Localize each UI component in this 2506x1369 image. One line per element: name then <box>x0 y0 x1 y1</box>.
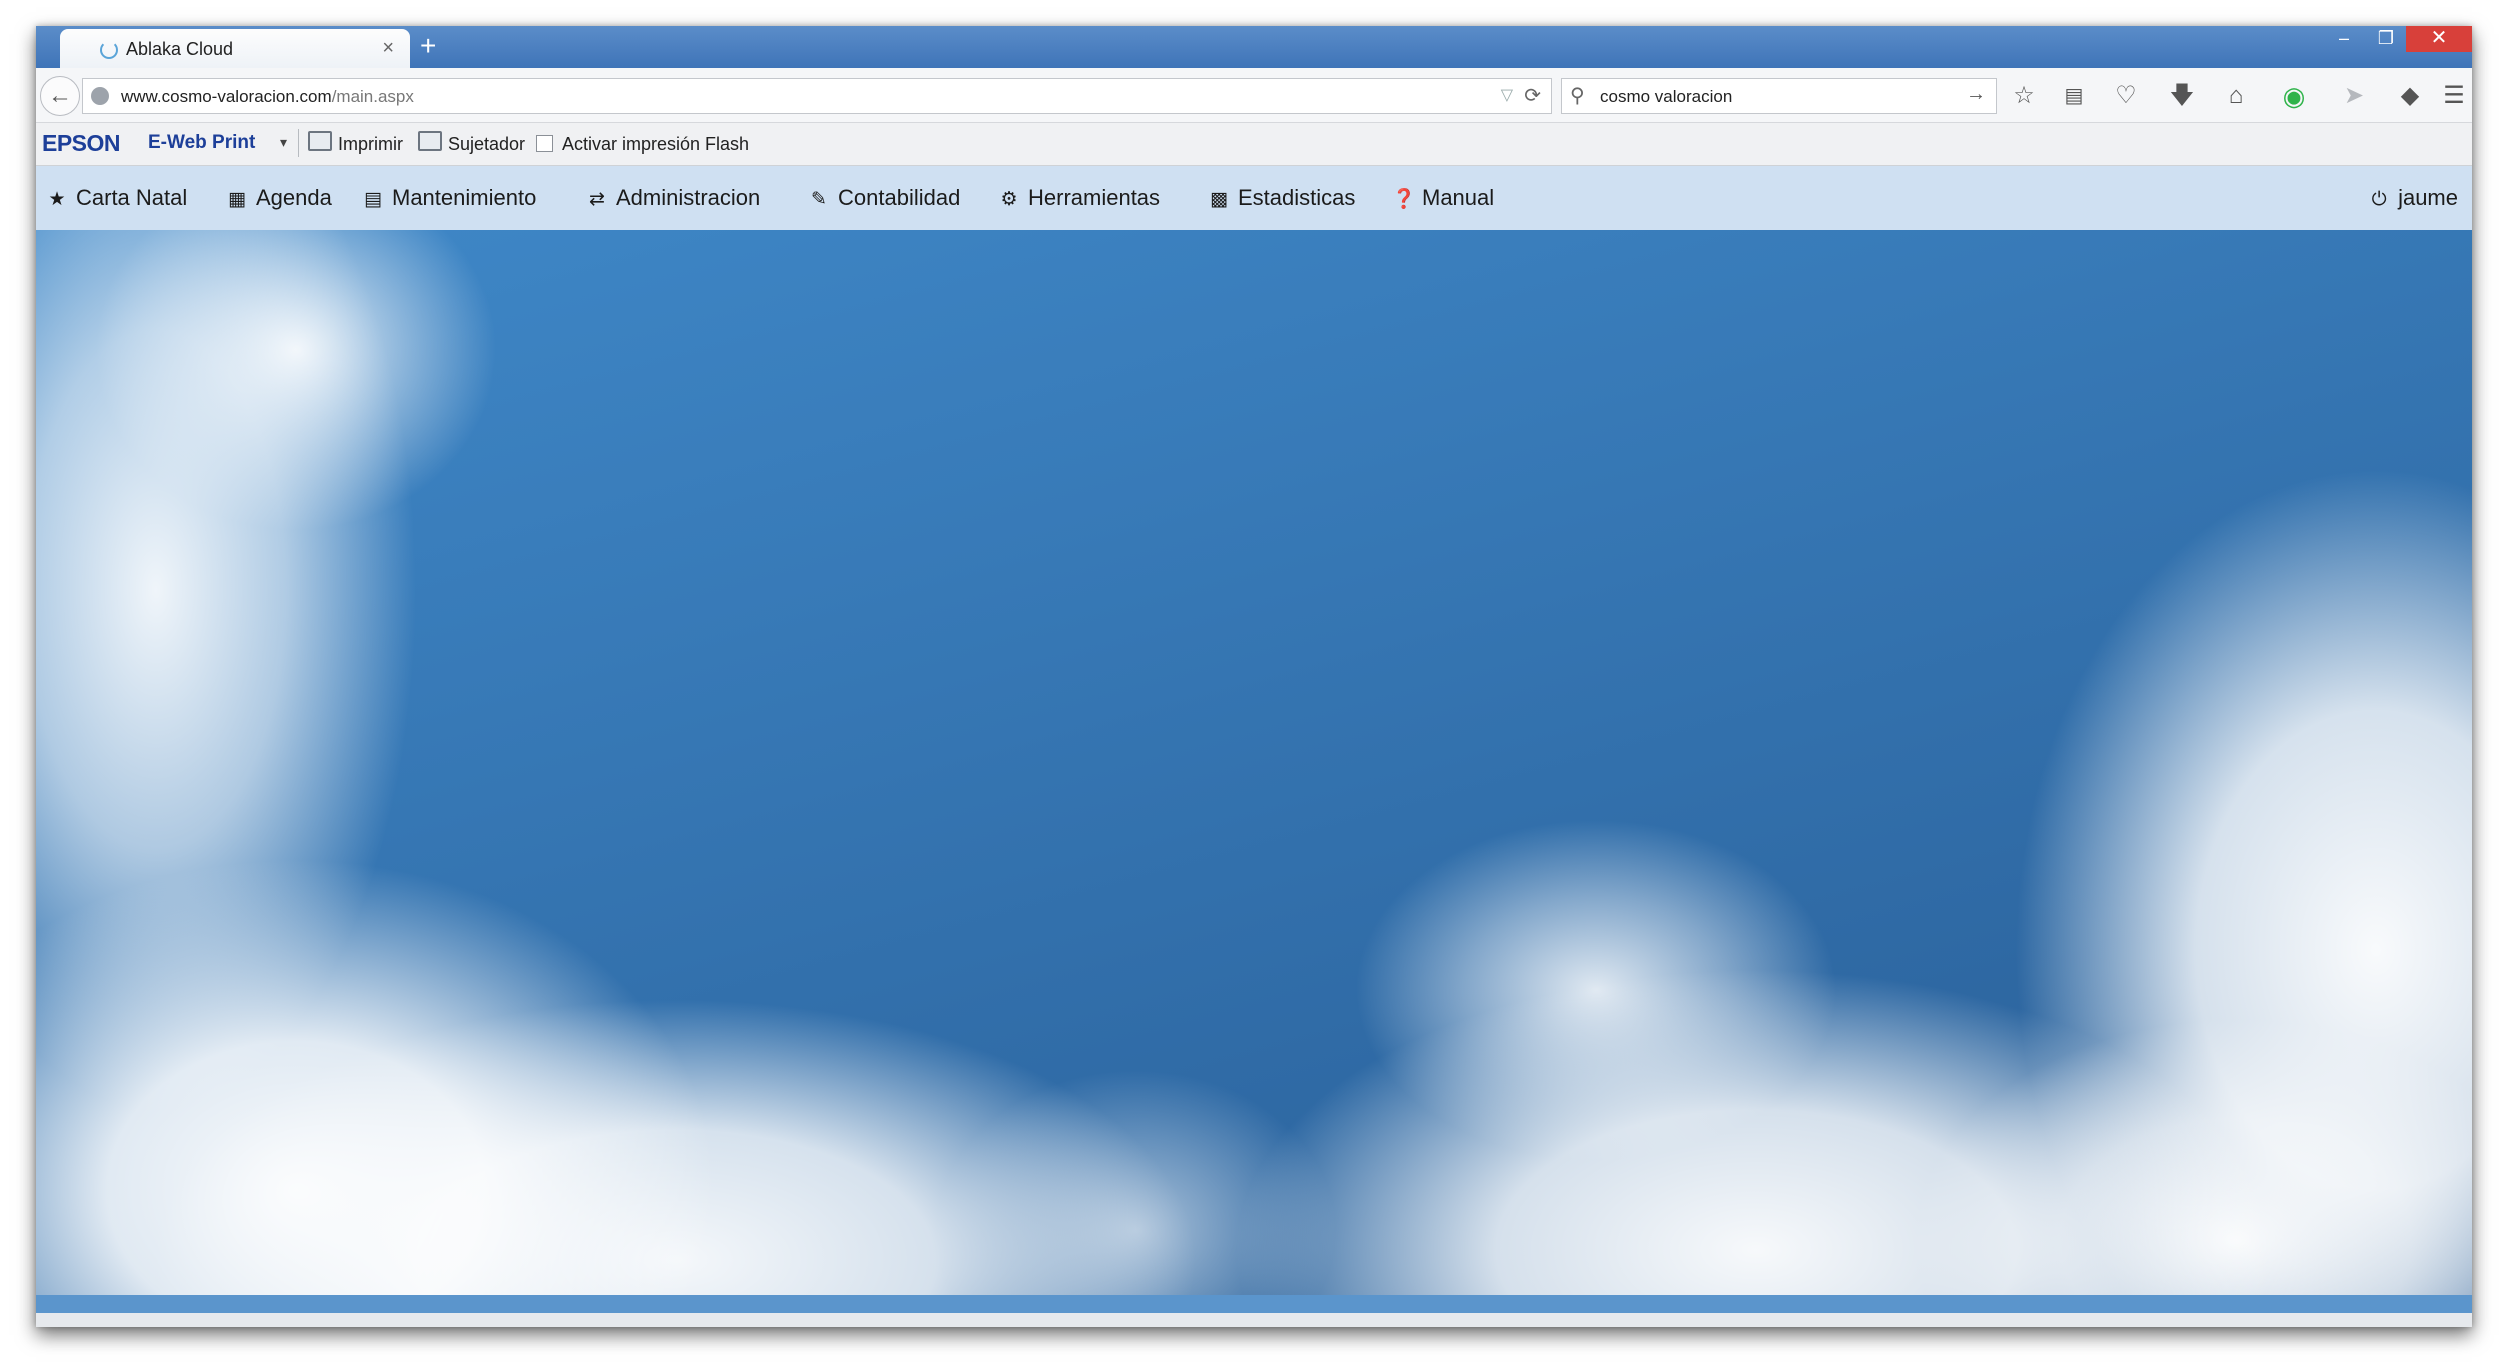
download-icon[interactable]: 🡇 <box>2164 78 2200 114</box>
menu-label: Manual <box>1422 185 1495 210</box>
clip-icon[interactable] <box>418 131 442 151</box>
history-dropdown-icon[interactable]: ▽ <box>1501 85 1513 105</box>
reload-icon[interactable]: ⟳ <box>1524 83 1541 108</box>
cogs-icon: ⚙ <box>1000 189 1018 210</box>
site-identity-icon[interactable] <box>91 87 109 105</box>
back-arrow-icon: ← <box>48 82 72 109</box>
tab-strip: Ablaka Cloud × + – ❐ ✕ <box>36 26 2472 68</box>
bookmark-star-icon[interactable]: ☆ <box>2006 78 2042 114</box>
kite-icon[interactable]: ◆ <box>2392 78 2428 114</box>
clip-button[interactable]: Sujetador <box>448 134 525 155</box>
search-go-icon[interactable]: → <box>1966 83 1986 106</box>
search-input[interactable]: cosmo valoracion <box>1600 87 1732 107</box>
user-name: jaume <box>2398 185 2458 210</box>
epson-toolbar: EPSON E-Web Print ▾ Imprimir Sujetador A… <box>36 123 2472 166</box>
menu-label: Mantenimiento <box>392 185 537 210</box>
close-tab-icon[interactable]: × <box>382 37 394 60</box>
calendar-icon: ▦ <box>228 189 246 210</box>
minimize-button[interactable]: – <box>2324 26 2364 52</box>
exchange-icon: ⇄ <box>589 189 605 210</box>
footer-bar <box>36 1295 2472 1313</box>
menu-administracion[interactable]: ⇄ Administracion <box>586 185 760 211</box>
window-bottom-edge <box>36 1313 2472 1327</box>
chevron-down-icon[interactable]: ▾ <box>280 134 287 151</box>
close-window-button[interactable]: ✕ <box>2406 26 2472 52</box>
home-icon[interactable]: ⌂ <box>2218 78 2254 114</box>
bar-chart-icon: ▩ <box>1210 189 1228 210</box>
menu-label: Agenda <box>256 185 332 210</box>
paperclip-icon: ✎ <box>811 189 827 210</box>
menu-label: Administracion <box>616 185 761 210</box>
browser-window: Ablaka Cloud × + – ❐ ✕ ← www.cosmo-valor… <box>36 26 2472 1327</box>
loading-icon <box>100 41 118 59</box>
back-button[interactable]: ← <box>40 76 80 116</box>
green-circle-addon-icon[interactable]: ◉ <box>2276 78 2312 114</box>
sky-background-image <box>36 230 2472 1295</box>
flash-print-checkbox[interactable] <box>536 135 553 152</box>
url-domain: www.cosmo-valoracion.com <box>121 87 332 106</box>
menu-estadisticas[interactable]: ▩ Estadisticas <box>1208 185 1355 211</box>
menu-agenda[interactable]: ▦ Agenda <box>226 185 332 211</box>
save-icon: ▤ <box>364 189 382 210</box>
address-bar[interactable]: www.cosmo-valoracion.com/main.aspx ▽ ⟳ <box>82 78 1552 114</box>
printer-icon[interactable] <box>308 131 332 151</box>
reading-list-icon[interactable]: ▤ <box>2056 78 2092 114</box>
search-bar[interactable]: ⚲ cosmo valoracion → <box>1561 78 1997 114</box>
maximize-button[interactable]: ❐ <box>2366 26 2406 52</box>
star-icon: ★ <box>48 189 66 210</box>
search-icon: ⚲ <box>1570 85 1585 107</box>
menu-mantenimiento[interactable]: ▤ Mantenimiento <box>362 185 536 211</box>
menu-label: Contabilidad <box>838 185 961 210</box>
menu-manual[interactable]: ❓ Manual <box>1392 185 1494 211</box>
power-icon: ⏻ <box>2371 189 2387 210</box>
new-tab-button[interactable]: + <box>420 30 436 62</box>
app-menu-bar: ★ Carta Natal ▦ Agenda ▤ Mantenimiento ⇄ Adm… <box>36 166 2472 230</box>
question-circle-icon: ❓ <box>1392 189 1416 210</box>
url-text[interactable]: www.cosmo-valoracion.com/main.aspx <box>121 87 414 107</box>
epson-logo: EPSON <box>42 130 121 156</box>
navigation-toolbar: ← www.cosmo-valoracion.com/main.aspx ▽ ⟳… <box>36 68 2472 123</box>
menu-contabilidad[interactable]: ✎ Contabilidad <box>808 185 960 211</box>
print-button[interactable]: Imprimir <box>338 134 403 155</box>
menu-herramientas[interactable]: ⚙ Herramientas <box>998 185 1160 211</box>
tab-title: Ablaka Cloud <box>126 39 234 59</box>
menu-label: Carta Natal <box>76 185 188 210</box>
eweb-print-button[interactable]: E-Web Print <box>148 132 255 154</box>
toolbar-divider <box>298 129 299 157</box>
user-menu[interactable]: ⏻ jaume <box>2368 185 2458 211</box>
pocket-icon[interactable]: ♡ <box>2108 78 2144 114</box>
send-icon[interactable]: ➤ <box>2336 78 2372 114</box>
menu-icon[interactable]: ☰ <box>2436 78 2472 114</box>
menu-carta-natal[interactable]: ★ Carta Natal <box>46 185 187 211</box>
tab-ablaka-cloud[interactable]: Ablaka Cloud × <box>60 29 410 68</box>
menu-label: Estadisticas <box>1238 185 1356 210</box>
flash-print-label[interactable]: Activar impresión Flash <box>562 134 749 155</box>
url-path: /main.aspx <box>331 87 414 106</box>
menu-label: Herramientas <box>1028 185 1161 210</box>
